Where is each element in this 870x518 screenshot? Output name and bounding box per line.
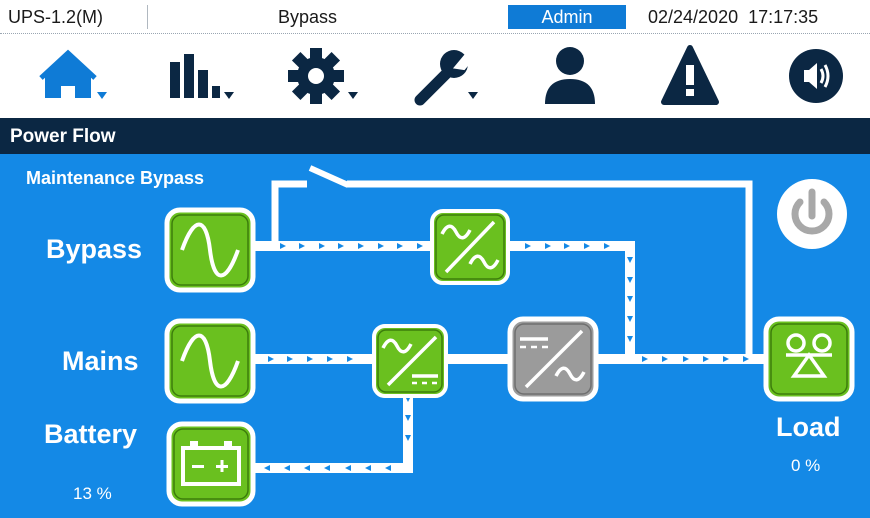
battery-label: Battery: [44, 419, 138, 449]
nav-statistics-button[interactable]: [150, 42, 240, 112]
nav-buzzer-button[interactable]: [771, 42, 861, 112]
inverter-block[interactable]: [507, 316, 599, 402]
home-icon: [39, 49, 107, 99]
bar-chart-icon: [170, 54, 234, 99]
chevron-down-icon: [348, 92, 358, 99]
power-flow-lines: [164, 165, 855, 507]
warning-icon: [661, 45, 719, 105]
mains-source-block[interactable]: [164, 318, 256, 404]
bypass-label: Bypass: [46, 234, 143, 264]
chevron-down-icon: [468, 92, 478, 99]
ups-mode: Bypass: [278, 7, 338, 27]
battery-block[interactable]: [166, 421, 256, 507]
separator: [147, 5, 148, 29]
maintenance-bypass-label: Maintenance Bypass: [26, 168, 205, 188]
load-percent: 0 %: [791, 456, 821, 475]
nav-home-button[interactable]: [31, 42, 121, 112]
date-time: 02/24/2020 17:17:35: [648, 7, 819, 27]
gear-icon: [288, 48, 358, 104]
power-flow-diagram: Maintenance Bypass Bypass Mains Battery …: [0, 154, 870, 518]
panel-title: Power Flow: [10, 126, 116, 147]
user-icon: [545, 47, 595, 104]
rectifier-block[interactable]: [372, 324, 448, 398]
chevron-down-icon: [97, 92, 107, 99]
wrench-icon: [414, 50, 478, 106]
bypass-static-switch-block[interactable]: [430, 209, 510, 285]
status-bar: UPS-1.2(M) Bypass Admin 02/24/2020 17:17…: [0, 0, 870, 34]
chevron-down-icon: [224, 92, 234, 99]
nav-settings-button[interactable]: [278, 42, 368, 112]
ups-model: UPS-1.2(M): [8, 7, 104, 27]
user-button[interactable]: Admin: [508, 5, 626, 29]
nav-alarm-button[interactable]: [645, 42, 735, 112]
panel-header: Power Flow: [0, 118, 870, 154]
power-button[interactable]: [777, 179, 847, 249]
maintenance-switch: [308, 165, 350, 188]
mains-label: Mains: [62, 346, 139, 376]
nav-user-button[interactable]: [525, 42, 615, 112]
bypass-source-block[interactable]: [164, 207, 256, 293]
nav-maintenance-button[interactable]: [404, 42, 494, 112]
speaker-icon: [789, 49, 843, 103]
battery-percent: 13 %: [73, 484, 112, 503]
load-block[interactable]: [763, 316, 855, 402]
main-nav: [0, 34, 870, 118]
load-label: Load: [776, 412, 841, 442]
